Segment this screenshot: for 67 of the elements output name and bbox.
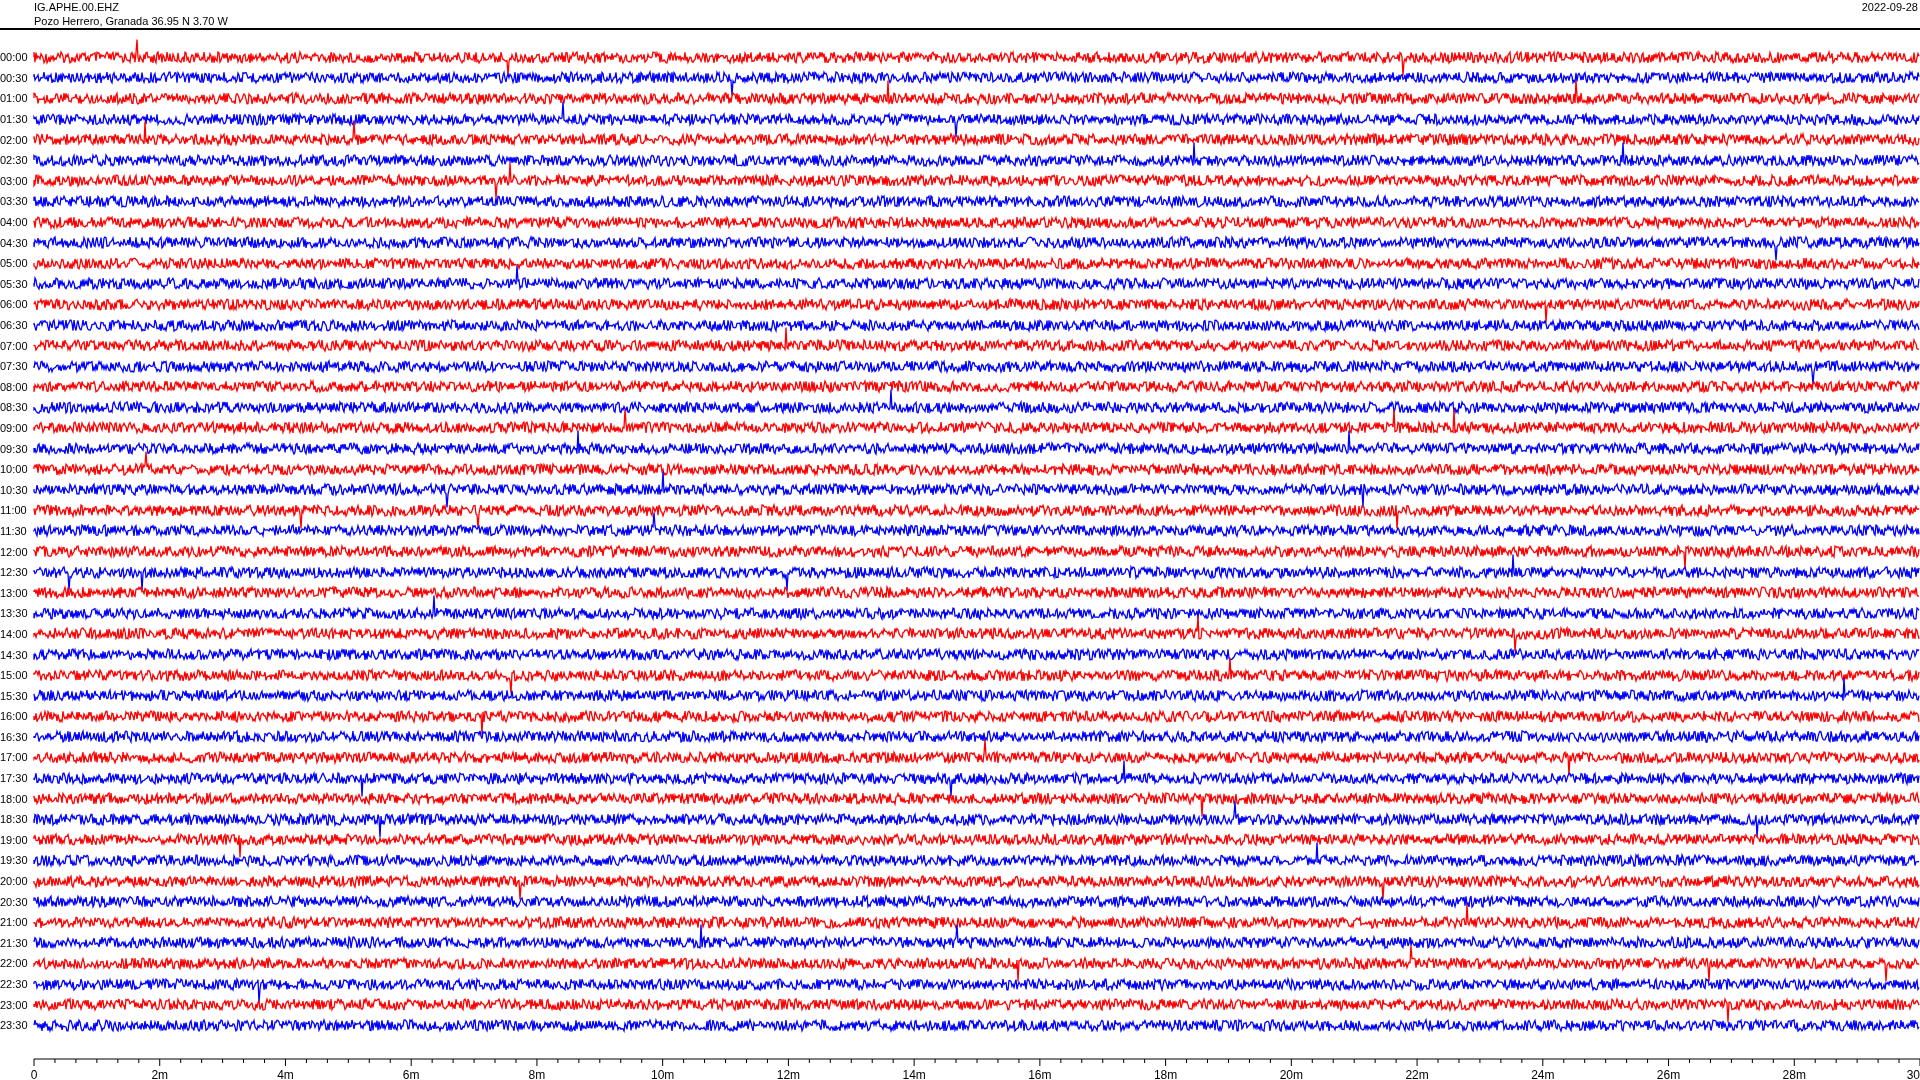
time-label: 07:30: [0, 360, 29, 373]
axis-label: 6m: [402, 1067, 420, 1080]
time-label: 00:30: [0, 71, 29, 84]
time-label: 16:30: [0, 730, 29, 743]
time-label: 02:30: [0, 154, 29, 167]
time-label: 00:00: [0, 51, 29, 64]
axis-label: 12m: [776, 1067, 801, 1080]
time-label: 16:00: [0, 710, 29, 723]
time-label: 23:00: [0, 998, 29, 1011]
time-label: 12:00: [0, 545, 29, 558]
station-location: Pozo Herrero, Granada 36.95 N 3.70 W: [34, 14, 228, 28]
axis-label: 0: [30, 1067, 38, 1080]
time-label: 10:00: [0, 463, 29, 476]
axis-label: 10m: [651, 1067, 675, 1080]
time-label: 17:30: [0, 772, 29, 785]
time-label: 06:00: [0, 298, 29, 311]
plot-date: 2022-09-28: [1861, 0, 1918, 15]
axis-label: 20m: [1279, 1067, 1303, 1080]
axis-label: 28m: [1782, 1067, 1806, 1080]
time-label: 05:00: [0, 257, 29, 270]
axis-label: 26m: [1656, 1067, 1681, 1080]
time-label: 12:30: [0, 566, 29, 579]
axis-label: 30: [1906, 1067, 1920, 1080]
time-label: 13:00: [0, 586, 29, 599]
time-label: 03:00: [0, 174, 29, 187]
time-label: 09:30: [0, 442, 29, 455]
axis-label: 2m: [151, 1067, 169, 1080]
time-label: 05:30: [0, 277, 29, 290]
station-code: IG.APHE.00.EHZ: [34, 0, 120, 14]
axis-label: 16m: [1028, 1067, 1052, 1080]
time-label: 04:30: [0, 236, 29, 249]
time-label: 18:30: [0, 813, 29, 826]
axis-label: 22m: [1405, 1067, 1429, 1080]
time-label: 21:30: [0, 936, 29, 949]
time-label: 04:00: [0, 216, 29, 229]
time-label: 14:30: [0, 648, 29, 661]
time-label: 22:30: [0, 978, 29, 990]
axis-label: 18m: [1153, 1067, 1178, 1080]
time-label: 02:00: [0, 133, 29, 146]
time-label: 08:30: [0, 401, 29, 414]
time-label: 21:00: [0, 916, 29, 929]
time-label: 01:30: [0, 113, 29, 126]
time-label: 22:00: [0, 957, 29, 970]
time-label: 20:30: [0, 895, 29, 908]
axis-label: 8m: [528, 1067, 546, 1080]
time-label: 19:00: [0, 833, 29, 846]
time-label: 15:30: [0, 689, 29, 702]
time-label: 23:30: [0, 1019, 29, 1032]
axis-label: 24m: [1531, 1067, 1555, 1080]
time-label: 11:00: [0, 504, 28, 517]
time-label: 14:00: [0, 627, 29, 640]
time-label: 15:00: [0, 669, 29, 682]
time-label: 11:30: [0, 524, 28, 537]
time-label: 09:00: [0, 422, 29, 434]
time-label: 07:00: [0, 339, 29, 352]
time-label: 13:30: [0, 607, 29, 620]
time-label: 18:00: [0, 792, 29, 805]
time-label: 08:00: [0, 380, 29, 393]
time-label: 03:30: [0, 195, 29, 208]
axis-label: 4m: [277, 1067, 294, 1080]
axis-label: 14m: [902, 1067, 926, 1080]
time-label: 17:00: [0, 751, 29, 764]
time-label: 20:00: [0, 875, 29, 888]
time-label: 19:30: [0, 854, 29, 867]
time-label: 06:30: [0, 319, 29, 331]
time-label: 10:30: [0, 483, 29, 496]
time-label: 01:00: [0, 92, 29, 105]
